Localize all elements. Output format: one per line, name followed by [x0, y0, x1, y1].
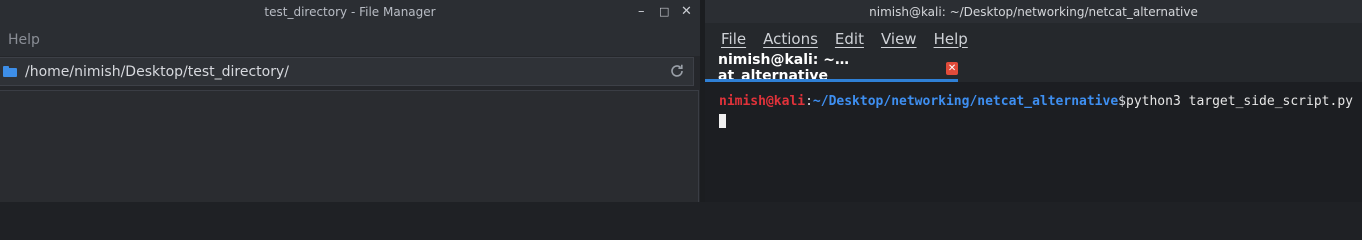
minimize-icon[interactable]: – — [638, 0, 645, 23]
file-manager-title: test_directory - File Manager — [264, 4, 436, 19]
menu-file[interactable]: File — [721, 30, 746, 48]
file-manager-menubar: Help — [0, 23, 700, 56]
prompt-user-host: nimish@kali — [719, 94, 806, 109]
terminal-titlebar: nimish@kali: ~/Desktop/networking/netcat… — [705, 0, 1362, 23]
prompt-symbol: $ — [1118, 94, 1126, 109]
menu-edit[interactable]: Edit — [835, 30, 864, 48]
terminal-tab[interactable]: nimish@kali: ~…at_alternative ✕ — [705, 52, 958, 84]
menu-actions[interactable]: Actions — [763, 30, 818, 48]
file-manager-titlebar: test_directory - File Manager – □ ✕ — [0, 0, 700, 23]
maximize-icon[interactable]: □ — [659, 0, 669, 23]
prompt-separator: : — [805, 94, 813, 109]
folder-icon — [3, 66, 17, 77]
close-tab-icon[interactable]: ✕ — [946, 61, 958, 75]
close-icon[interactable]: ✕ — [681, 0, 692, 23]
terminal-menubar: File Actions Edit View Help — [705, 23, 1362, 54]
file-list-area[interactable] — [0, 90, 699, 202]
prompt-path: ~/Desktop/networking/netcat_alternative — [812, 94, 1119, 109]
desktop: test_directory - File Manager – □ ✕ Help… — [0, 0, 1362, 202]
menu-help[interactable]: Help — [8, 32, 40, 48]
file-manager-window: test_directory - File Manager – □ ✕ Help… — [0, 0, 700, 202]
terminal-output[interactable]: nimish@kali: ~/Desktop/networking/netcat_… — [705, 82, 1362, 202]
menu-view[interactable]: View — [881, 30, 917, 48]
prompt-command: python3 target_side_script.py — [1126, 94, 1353, 109]
terminal-title: nimish@kali: ~/Desktop/networking/netcat… — [869, 4, 1198, 19]
terminal-tabbar: nimish@kali: ~…at_alternative ✕ — [705, 52, 1362, 84]
reload-icon[interactable] — [669, 63, 685, 79]
location-bar[interactable]: /home/nimish/Desktop/test_directory/ — [0, 57, 694, 86]
text-cursor — [719, 114, 726, 128]
location-path[interactable]: /home/nimish/Desktop/test_directory/ — [25, 64, 289, 80]
terminal-window: nimish@kali: ~/Desktop/networking/netcat… — [705, 0, 1362, 202]
prompt-line: nimish@kali: ~/Desktop/networking/netcat_… — [719, 93, 1362, 110]
menu-help[interactable]: Help — [934, 30, 968, 48]
